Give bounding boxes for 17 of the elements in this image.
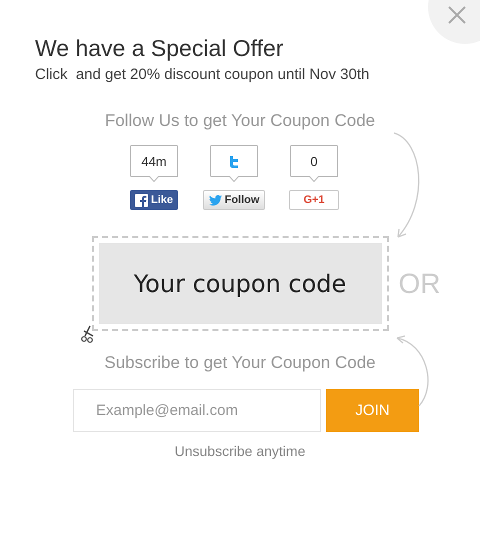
t-logo-icon (228, 154, 240, 168)
twitter-button[interactable]: Follow (202, 190, 266, 210)
facebook-button[interactable]: Like (130, 190, 178, 210)
google-button[interactable]: G+1 (289, 190, 339, 210)
scissors-icon (80, 325, 94, 343)
follow-heading: Follow Us to get Your Coupon Code (104, 111, 376, 131)
offer-subtitle: Click and get 20% discount coupon until Nov 30th (35, 66, 370, 83)
email-field[interactable]: Example@email.com (73, 389, 321, 432)
close-icon (448, 6, 466, 24)
subscribe-heading: Subscribe to get Your Coupon Code (104, 353, 376, 373)
coupon-code: Your coupon code (98, 243, 382, 324)
bird-icon (208, 194, 222, 206)
unsubscribe-note: Unsubscribe anytime (174, 443, 306, 459)
f-logo-icon (134, 194, 148, 206)
offer-title: We have a Special Offer (35, 35, 284, 62)
share-count: 0 (290, 145, 338, 183)
share-count: 44m (130, 145, 178, 183)
